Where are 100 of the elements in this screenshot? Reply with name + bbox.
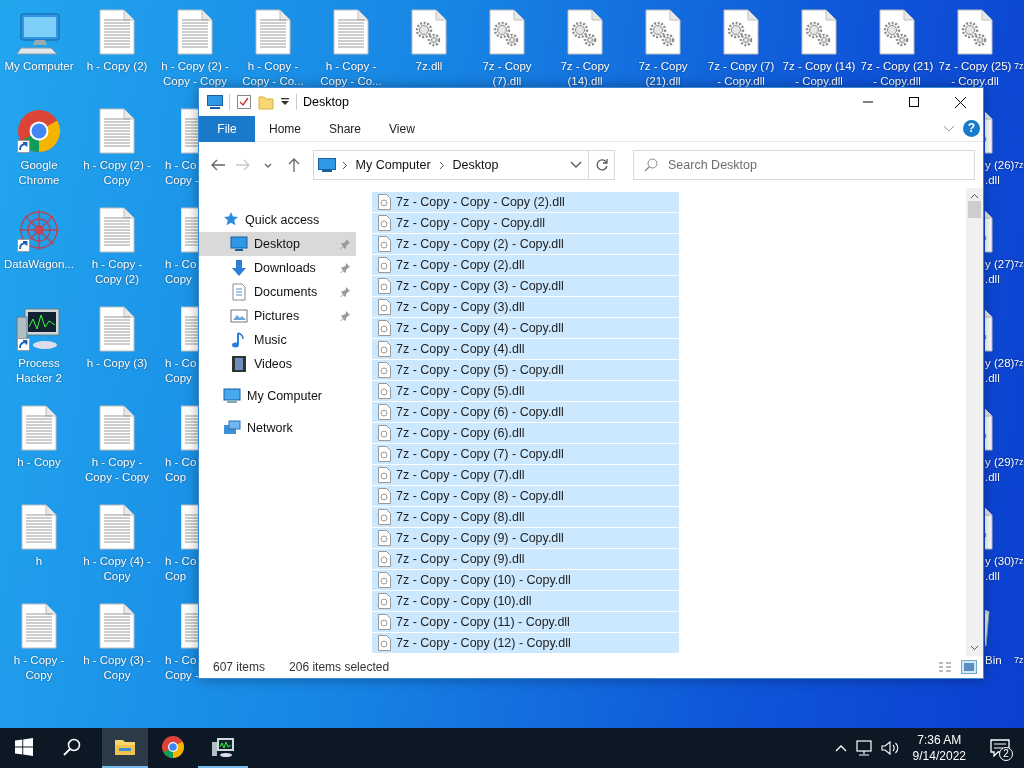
- icon-label: h - Copy: [17, 455, 61, 470]
- scroll-up-icon[interactable]: [970, 193, 979, 199]
- nav-item[interactable]: Quick access: [199, 208, 356, 232]
- taskbar-app-button[interactable]: [102, 728, 148, 768]
- file-row[interactable]: 7z - Copy - Copy - Copy.dll: [372, 213, 679, 234]
- ribbon-tab[interactable]: Home: [255, 115, 315, 142]
- icon-label: h - Co Copy -: [165, 158, 199, 188]
- file-row[interactable]: 7z - Copy - Copy (5).dll: [372, 381, 679, 402]
- close-icon[interactable]: [954, 96, 966, 108]
- nav-item[interactable]: Documents: [199, 280, 356, 304]
- icon-label: Google Chrome: [18, 158, 60, 188]
- scroll-thumb[interactable]: [968, 201, 981, 218]
- icon-label: DataWagon...: [4, 257, 74, 272]
- back-arrow-icon[interactable]: [209, 157, 226, 173]
- icon-label: h - Copy (4) - Copy: [83, 554, 151, 584]
- chrome-icon[interactable]: [15, 107, 63, 155]
- file-row[interactable]: 7z - Copy - Copy (8).dll: [372, 507, 679, 528]
- icon-label: h: [35, 554, 43, 569]
- selection-count: 206 items selected: [289, 659, 390, 676]
- clock[interactable]: 7:36 AM 9/14/2022: [906, 732, 972, 764]
- network-icon[interactable]: [854, 740, 873, 756]
- large-icons-view-icon[interactable]: [961, 660, 977, 674]
- chevron-down-icon[interactable]: [943, 124, 955, 133]
- breadcrumb[interactable]: Desktop: [450, 155, 501, 175]
- file-row[interactable]: 7z - Copy - Copy (5) - Copy.dll: [372, 360, 679, 381]
- network-icon: [223, 419, 241, 437]
- chevron-up-icon[interactable]: [834, 744, 847, 752]
- file-row[interactable]: 7z - Copy - Copy (7).dll: [372, 465, 679, 486]
- file-row[interactable]: 7z - Copy - Copy (8) - Copy.dll: [372, 486, 679, 507]
- search-icon: [644, 158, 659, 172]
- nav-item[interactable]: Videos: [199, 352, 356, 376]
- address-bar[interactable]: My Computer Desktop: [312, 150, 616, 180]
- search-field[interactable]: Search Desktop: [633, 150, 976, 180]
- file-row[interactable]: 7z - Copy - Copy (10).dll: [372, 591, 679, 612]
- file-row[interactable]: 7z - Copy - Copy (11) - Copy.dll: [372, 612, 679, 633]
- dropdown-icon[interactable]: [570, 161, 583, 169]
- file-row[interactable]: 7z - Copy - Copy (6).dll: [372, 423, 679, 444]
- chevron-right-icon[interactable]: [438, 160, 445, 170]
- nav-item[interactable]: Downloads: [199, 256, 356, 280]
- icon-label: y (28) .dll: [985, 356, 1015, 386]
- file-row[interactable]: 7z - Copy - Copy (9).dll: [372, 549, 679, 570]
- file-row[interactable]: 7z - Copy - Copy (4).dll: [372, 339, 679, 360]
- file-row[interactable]: 7z - Copy - Copy (9) - Copy.dll: [372, 528, 679, 549]
- file-row[interactable]: 7z - Copy - Copy (6) - Copy.dll: [372, 402, 679, 423]
- notification-count: 2: [999, 747, 1013, 761]
- icon-label: 7z - Copy (14) - Copy.dll: [782, 59, 856, 89]
- notification-icon[interactable]: [990, 739, 1010, 757]
- ribbon-tab[interactable]: Share: [315, 115, 376, 142]
- monitor-icon: [207, 95, 223, 109]
- file-row[interactable]: 7z - Copy - Copy (2).dll: [372, 255, 679, 276]
- icon-label: y (27) .dll: [985, 257, 1015, 287]
- icon-label: h - Copy - Copy - Copy: [85, 455, 149, 485]
- icon-label: 7z: [1014, 555, 1024, 566]
- item-count: 607 items: [213, 659, 266, 676]
- icon-label: 7z: [1014, 60, 1024, 73]
- file-row[interactable]: 7z - Copy - Copy - Copy (2).dll: [372, 192, 679, 213]
- help-button[interactable]: ?: [963, 120, 980, 137]
- maximize-icon[interactable]: [909, 97, 919, 107]
- icon-label: 7z - Copy (21) - Copy.dll: [860, 59, 934, 89]
- file-row[interactable]: 7z - Copy - Copy (3) - Copy.dll: [372, 276, 679, 297]
- icon-label: h - Copy - Copy (2): [91, 257, 143, 287]
- icon-label: h - Copy (2) - Copy: [83, 158, 151, 188]
- chevron-right-icon[interactable]: [341, 160, 348, 170]
- icon-label: Process Hacker 2: [16, 356, 62, 386]
- icon-label: 7z: [1014, 258, 1024, 269]
- icon-label: h - Copy (3): [86, 356, 148, 371]
- icon-label: h - Copy (2) - Copy - Copy: [161, 59, 229, 89]
- caret-icon[interactable]: [280, 97, 290, 107]
- computer-icon: [223, 387, 241, 405]
- nav-item[interactable]: Music: [199, 328, 356, 352]
- nav-item[interactable]: My Computer: [199, 384, 356, 408]
- scrollbar[interactable]: [966, 188, 983, 656]
- file-row[interactable]: 7z - Copy - Copy (4) - Copy.dll: [372, 318, 679, 339]
- file-row[interactable]: 7z - Copy - Copy (7) - Copy.dll: [372, 444, 679, 465]
- breadcrumb[interactable]: My Computer: [353, 155, 433, 175]
- file-menu-button[interactable]: File: [199, 115, 255, 142]
- icon-label: 7z - Copy (7) - Copy.dll: [707, 59, 775, 89]
- refresh-icon[interactable]: [594, 158, 609, 172]
- checklist-icon[interactable]: [236, 94, 252, 110]
- download-arrow-icon: [230, 259, 248, 277]
- notifications-button[interactable]: 2: [980, 728, 1020, 768]
- icon-label: 7z: [1014, 456, 1024, 467]
- search-icon: [63, 738, 81, 756]
- speaker-icon[interactable]: [880, 740, 899, 756]
- ribbon-tab[interactable]: View: [375, 115, 429, 142]
- file-row[interactable]: 7z - Copy - Copy (3).dll: [372, 297, 679, 318]
- icon-label: h - Copy - Copy: [13, 653, 65, 683]
- nav-item[interactable]: Network: [199, 416, 356, 440]
- icon-label: h - Co Cop: [165, 554, 197, 584]
- file-row[interactable]: 7z - Copy - Copy (12) - Copy.dll: [372, 633, 679, 654]
- nav-item[interactable]: Pictures: [199, 304, 356, 328]
- icon-label: h - Copy - Copy - Co...: [320, 59, 382, 89]
- file-row[interactable]: 7z - Copy - Copy (10) - Copy.dll: [372, 570, 679, 591]
- file-row[interactable]: 7z - Copy - Copy (2) - Copy.dll: [372, 234, 679, 255]
- icon-label: h - Copy (3) - Copy: [83, 653, 151, 683]
- scroll-down-icon[interactable]: [970, 645, 979, 651]
- icon-label: h - Co Cop: [165, 455, 197, 485]
- nav-item[interactable]: Desktop: [199, 232, 356, 256]
- icon-label: y (30) .dll: [985, 554, 1015, 584]
- icon-label: h - Copy (2): [86, 59, 148, 74]
